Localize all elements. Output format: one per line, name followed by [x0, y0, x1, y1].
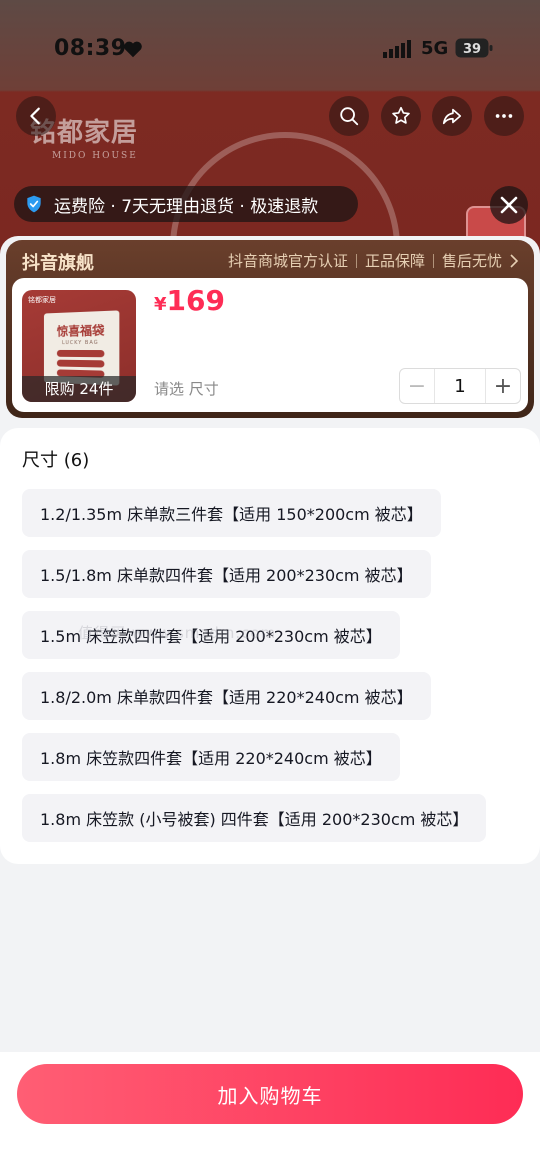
search-button[interactable] [329, 96, 369, 136]
network-label: 5G [421, 38, 449, 59]
brand-name-en: MIDO HOUSE [52, 151, 138, 161]
size-option[interactable]: 1.8/2.0m 床单款四件套【适用 220*240cm 被芯】 [22, 672, 431, 720]
add-to-cart-button[interactable]: 加入购物车 [17, 1064, 523, 1124]
divider [355, 253, 357, 268]
status-bar: 08:39 5G 39 [0, 0, 540, 92]
product-image-logo: 铭都家居 [28, 296, 56, 304]
sku-selection-sheet: 抖音旗舰 抖音商城官方认证 正品保障 售后无忧 铭都家居 惊喜福袋 LUCKY … [0, 236, 540, 1172]
battery-level: 39 [463, 42, 481, 57]
size-option[interactable]: 1.2/1.35m 床单款三件套【适用 150*200cm 被芯】 [22, 489, 441, 537]
signal-icon [383, 40, 411, 58]
favorite-button[interactable] [381, 96, 421, 136]
more-icon [495, 114, 513, 118]
store-badge: 抖音商城官方认证 [227, 252, 348, 270]
product-price: ¥169 [154, 284, 225, 317]
share-icon [442, 108, 462, 125]
chevron-left-icon [30, 107, 40, 125]
service-guarantee-bar[interactable]: 运费险 · 7天无理由退货 · 极速退款 [14, 186, 358, 222]
size-options-title: 尺寸 (6) [22, 450, 90, 471]
store-header[interactable]: 抖音旗舰 抖音商城官方认证 正品保障 售后无忧 [6, 240, 534, 278]
quantity-stepper: − 1 + [399, 368, 521, 404]
service-text: 运费险 · 7天无理由退货 · 极速退款 [54, 196, 319, 217]
decrease-quantity-button[interactable]: − [400, 369, 434, 403]
lucky-bag-stripe [56, 359, 105, 368]
search-icon [340, 107, 359, 126]
size-option[interactable]: 1.5/1.8m 床单款四件套【适用 200*230cm 被芯】 [22, 550, 431, 598]
store-badge: 售后无忧 [441, 252, 502, 270]
close-button[interactable] [490, 186, 528, 224]
product-image[interactable]: 铭都家居 惊喜福袋 LUCKY BAG 限购 24件 [22, 290, 136, 402]
increase-quantity-button[interactable]: + [486, 369, 520, 403]
lucky-bag-stripe [56, 349, 105, 358]
size-option[interactable]: 1.8m 床笠款四件套【适用 220*240cm 被芯】 [22, 733, 400, 781]
watermark: 值得买 www.smzdm.com [78, 624, 277, 642]
size-options-card: 尺寸 (6) 1.2/1.35m 床单款三件套【适用 150*200cm 被芯】… [0, 428, 540, 864]
size-option[interactable]: 1.8m 床笠款 (小号被套) 四件套【适用 200*230cm 被芯】 [22, 794, 487, 842]
lucky-bag-illustration: 惊喜福袋 LUCKY BAG [43, 310, 120, 386]
lucky-bag-title: 惊喜福袋 [56, 323, 105, 339]
price-symbol: ¥ [154, 294, 167, 315]
store-badges: 抖音商城官方认证 正品保障 售后无忧 [228, 250, 520, 271]
battery-icon: 39 [455, 38, 493, 58]
chevron-right-icon [510, 253, 519, 268]
lucky-bag-subtitle: LUCKY BAG [62, 339, 99, 347]
star-icon [392, 106, 410, 124]
store-badge: 正品保障 [364, 252, 425, 270]
back-button[interactable] [16, 96, 56, 136]
purchase-limit-label: 限购 24件 [22, 376, 136, 402]
shield-icon [27, 195, 41, 213]
bottom-action-bar: 加入购物车 [0, 1052, 540, 1172]
heart-icon [124, 41, 142, 58]
close-icon [500, 196, 518, 214]
product-summary: 铭都家居 惊喜福袋 LUCKY BAG 限购 24件 ¥169 请选 尺寸 − … [12, 278, 528, 412]
selection-hint: 请选 尺寸 [154, 380, 219, 398]
status-time: 08:39 [54, 36, 127, 61]
price-value: 169 [166, 284, 225, 317]
store-name: 抖音旗舰 [22, 253, 94, 274]
share-button[interactable] [432, 96, 472, 136]
store-card: 抖音旗舰 抖音商城官方认证 正品保障 售后无忧 铭都家居 惊喜福袋 LUCKY … [6, 240, 534, 418]
divider [432, 253, 434, 268]
more-button[interactable] [484, 96, 524, 136]
quantity-value[interactable]: 1 [434, 369, 486, 403]
